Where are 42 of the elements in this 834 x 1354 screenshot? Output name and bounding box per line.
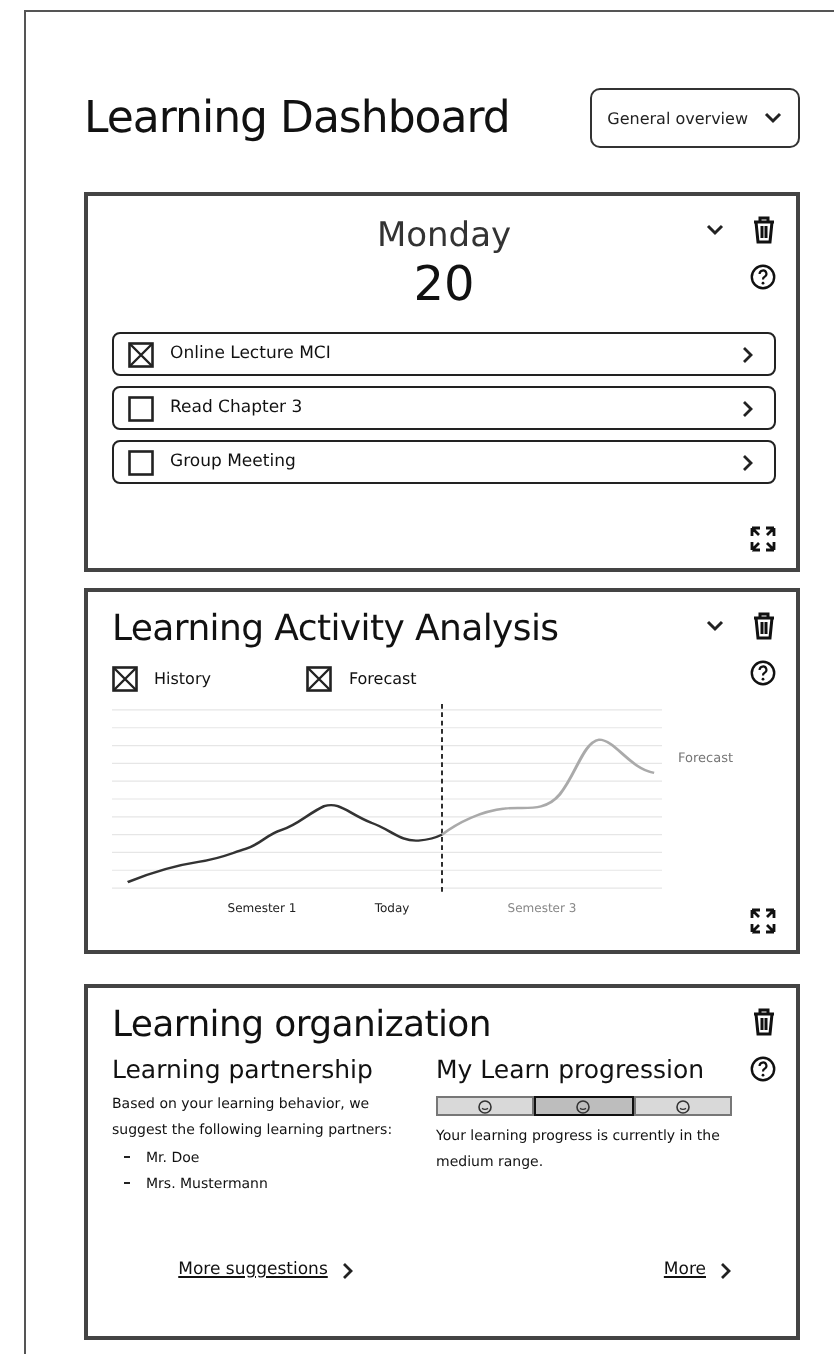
smiley-icon — [576, 1099, 591, 1113]
card-title: Learning Activity Analysis — [112, 608, 559, 650]
chevron-right-icon — [742, 453, 754, 471]
weekday: Monday — [376, 216, 512, 256]
legend-label: History — [154, 670, 211, 688]
expand-icon[interactable] — [750, 526, 776, 552]
task-label: Read Chapter 3 — [170, 398, 305, 418]
task-row[interactable]: Online Lecture MCI — [112, 332, 776, 376]
checkbox[interactable] — [128, 449, 154, 475]
task-row[interactable]: Group Meeting — [112, 440, 776, 484]
chevron-right-icon — [742, 345, 754, 363]
chevron-right-icon — [742, 399, 754, 417]
help-icon[interactable] — [750, 1056, 776, 1082]
smiley-icon — [478, 1099, 493, 1113]
checked-checkbox[interactable] — [128, 341, 154, 367]
section-title: My Learn progression — [436, 1054, 707, 1084]
checked-checkbox[interactable] — [306, 666, 333, 692]
section-title: Learning partnership — [112, 1054, 375, 1084]
chevron-right-icon — [720, 1261, 732, 1279]
checked-checkbox[interactable] — [112, 666, 138, 692]
more-suggestions-link[interactable]: More suggestions — [178, 1260, 328, 1280]
chevron-down-icon[interactable] — [706, 224, 724, 236]
task-label: Group Meeting — [170, 452, 298, 472]
card-title: Learning organization — [112, 1004, 491, 1046]
expand-icon[interactable] — [750, 908, 776, 934]
task-row[interactable]: Read Chapter 3 — [112, 386, 776, 430]
smiley-icon — [675, 1099, 690, 1113]
trash-icon[interactable] — [752, 612, 776, 640]
chevron-down-icon[interactable] — [706, 620, 724, 632]
view-dropdown[interactable]: General overview — [589, 88, 800, 148]
help-icon[interactable] — [750, 660, 776, 686]
chevron-down-icon[interactable] — [764, 112, 782, 124]
help-icon[interactable] — [750, 264, 776, 290]
trash-icon[interactable] — [752, 1008, 776, 1036]
chevron-right-icon — [341, 1261, 354, 1279]
page-title: Learning Dashboard — [84, 93, 510, 143]
task-label: Online Lecture MCI — [170, 344, 333, 364]
legend-label: Forecast — [348, 670, 417, 688]
checkbox[interactable] — [128, 395, 154, 421]
trash-icon[interactable] — [752, 216, 776, 244]
date-number: 20 — [413, 256, 475, 312]
more-link[interactable]: More — [663, 1260, 706, 1280]
